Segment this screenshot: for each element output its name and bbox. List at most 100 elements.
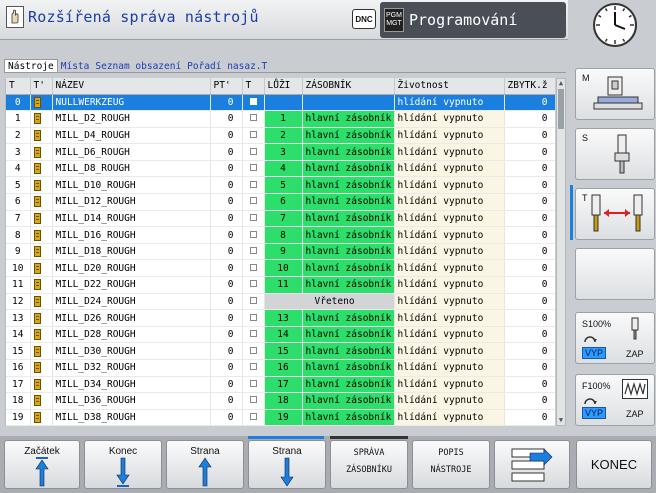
table-row[interactable]: 13 MILL_D26_ROUGH 0 13 hlavní zásobník hlídán… [6, 309, 555, 327]
table-row[interactable]: 8 MILL_D16_ROUGH 0 8 hlavní zásobník hlídání … [6, 226, 555, 244]
cell-lock [242, 376, 265, 394]
tool-description-button[interactable]: POPIS NÁSTROJE [412, 440, 490, 489]
lock-checkbox[interactable] [249, 413, 257, 421]
scroll-down-icon[interactable]: ▼ [557, 416, 565, 425]
feed-override-button[interactable]: F100% VYP ZAP [575, 374, 655, 426]
lock-checkbox[interactable] [249, 180, 257, 188]
lock-checkbox[interactable] [249, 130, 257, 138]
cell-pocket: 13 [264, 309, 303, 327]
cell-tool-type [30, 309, 53, 327]
s-function-button[interactable]: S [575, 128, 655, 180]
cell-tool-number: 3 [6, 143, 31, 161]
start-button[interactable]: Začátek [4, 440, 80, 489]
col-header-pt[interactable]: PT' [210, 78, 243, 95]
cell-pt: 0 [210, 143, 243, 161]
lock-checkbox[interactable] [249, 247, 257, 255]
tool-type-icon [33, 129, 41, 141]
cell-tool-number: 12 [6, 293, 31, 311]
table-row[interactable]: 11 MILL_D22_ROUGH 0 11 hlavní zásobník hlídán… [6, 276, 555, 294]
cell-tool-name: MILL_D18_ROUGH [52, 243, 211, 261]
table-row[interactable]: 14 MILL_D28_ROUGH 0 14 hlavní zásobník hlídán… [6, 326, 555, 344]
more-softkeys-button[interactable] [494, 440, 570, 489]
pocket-management-label-2: ZÁSOBNÍKU [345, 465, 393, 475]
table-row[interactable]: 3 MILL_D6_ROUGH 0 3 hlavní zásobník hlídání v… [6, 143, 555, 161]
cell-lock [242, 392, 265, 410]
col-header-remaining[interactable]: ZBYTK.ž [504, 78, 555, 95]
lock-checkbox[interactable] [249, 396, 257, 404]
table-row[interactable]: 7 MILL_D14_ROUGH 0 7 hlavní zásobník hlídání … [6, 210, 555, 228]
table-row[interactable]: 18 MILL_D36_ROUGH 0 18 hlavní zásobník hlídán… [6, 392, 555, 410]
cell-magazine: hlavní zásobník [302, 409, 395, 426]
pocket-management-button[interactable]: SPRÁVA ZÁSOBNÍKU [330, 440, 408, 489]
col-header-life[interactable]: Životnost [394, 78, 505, 95]
cell-pocket: 10 [264, 259, 303, 278]
programming-mode-tab[interactable]: PGM MGT Programování [380, 2, 566, 38]
cell-pt: 0 [210, 160, 243, 178]
spindle-override-button[interactable]: S100% VYP ZAP [575, 312, 655, 364]
end-button[interactable]: Konec [84, 440, 162, 489]
table-row[interactable]: 6 MILL_D12_ROUGH 0 6 hlavní zásobník hlídání … [6, 193, 555, 211]
table-row[interactable]: 12 MILL_D24_ROUGH 0 Vřeteno hlídání vypnuto 0 [6, 293, 555, 311]
table-row[interactable]: 15 MILL_D30_ROUGH 0 15 hlavní zásobník hlídán… [6, 342, 555, 360]
col-header-lock[interactable]: T [242, 78, 265, 95]
col-header-name[interactable]: NÁZEV [52, 78, 211, 95]
table-row[interactable]: 4 MILL_D8_ROUGH 0 4 hlavní zásobník hlídání v… [6, 160, 555, 178]
lock-checkbox[interactable] [249, 280, 257, 288]
lock-checkbox[interactable] [249, 330, 257, 338]
spindle-off-label: VYP [582, 347, 607, 359]
cell-pt: 0 [210, 392, 243, 410]
lock-checkbox[interactable] [249, 263, 257, 271]
table-row[interactable]: 17 MILL_D34_ROUGH 0 17 hlavní zásobník hlídán… [6, 376, 555, 394]
clock-icon [582, 0, 648, 50]
t-function-button[interactable]: T [575, 188, 655, 240]
tab-tools[interactable]: Nástroje [4, 59, 58, 73]
table-row[interactable]: 5 MILL_D10_ROUGH 0 5 hlavní zásobník hlídání … [6, 176, 555, 195]
cell-remaining: 0 [504, 392, 555, 410]
page-down-button[interactable]: Strana [248, 440, 326, 489]
lock-checkbox[interactable] [249, 164, 257, 172]
table-row[interactable]: 19 MILL_D38_ROUGH 0 19 hlavní zásobník hlídán… [6, 409, 555, 426]
tool-type-icon [33, 229, 41, 241]
lock-checkbox[interactable] [249, 213, 257, 221]
cell-pocket: 4 [264, 160, 303, 178]
lock-checkbox[interactable] [249, 230, 257, 238]
end-label: Konec [108, 446, 138, 457]
lock-checkbox[interactable] [249, 296, 257, 304]
lock-checkbox[interactable] [249, 197, 257, 205]
cell-life: hlídání vypnuto [394, 293, 505, 311]
lock-checkbox[interactable] [249, 379, 257, 387]
cell-pocket: 6 [264, 193, 303, 211]
tool-type-icon [33, 279, 41, 291]
scroll-up-icon[interactable]: ▲ [557, 79, 565, 88]
empty-side-button[interactable] [575, 248, 655, 300]
cell-life: hlídání vypnuto [394, 392, 505, 410]
table-row[interactable]: 16 MILL_D32_ROUGH 0 16 hlavní zásobník hlídán… [6, 359, 555, 377]
col-header-t[interactable]: T [6, 78, 31, 95]
table-row[interactable]: 0 NULLWERKZEUG 0 hlídání vypnuto 0 [6, 94, 555, 112]
m-function-button[interactable]: M [575, 68, 655, 120]
lock-checkbox[interactable] [249, 147, 257, 155]
lock-checkbox[interactable] [249, 363, 257, 371]
cell-life: hlídání vypnuto [394, 160, 505, 178]
table-row[interactable]: 9 MILL_D18_ROUGH 0 9 hlavní zásobník hlídání … [6, 243, 555, 261]
table-row[interactable]: 2 MILL_D4_ROUGH 0 2 hlavní zásobník hlídání v… [6, 127, 555, 145]
page-up-button[interactable]: Strana [166, 440, 244, 489]
col-header-magazine[interactable]: ZÁSOBNÍK [302, 78, 395, 95]
cell-magazine: hlavní zásobník [302, 110, 395, 128]
lock-checkbox[interactable] [249, 114, 257, 122]
col-header-pocket[interactable]: LŮŽI [264, 78, 303, 95]
table-row[interactable]: 1 MILL_D2_ROUGH 0 1 hlavní zásobník hlídání v… [6, 110, 555, 128]
scroll-thumb[interactable] [558, 89, 564, 129]
cell-pocket: 1 [264, 110, 303, 128]
cell-remaining: 0 [504, 409, 555, 426]
table-scrollbar[interactable]: ▲ ▼ [556, 78, 566, 426]
cell-remaining: 0 [504, 243, 555, 261]
lock-checkbox[interactable] [249, 313, 257, 321]
lock-checkbox[interactable] [249, 346, 257, 354]
col-header-t-type[interactable]: T' [30, 78, 53, 95]
cell-pocket: 7 [264, 210, 303, 228]
table-row[interactable]: 10 MILL_D20_ROUGH 0 10 hlavní zásobník hlídán… [6, 259, 555, 278]
app-title: Rozšířená správa nástrojů [6, 6, 259, 28]
lock-checkbox[interactable] [249, 97, 257, 105]
exit-button[interactable]: KONEC [576, 440, 652, 489]
